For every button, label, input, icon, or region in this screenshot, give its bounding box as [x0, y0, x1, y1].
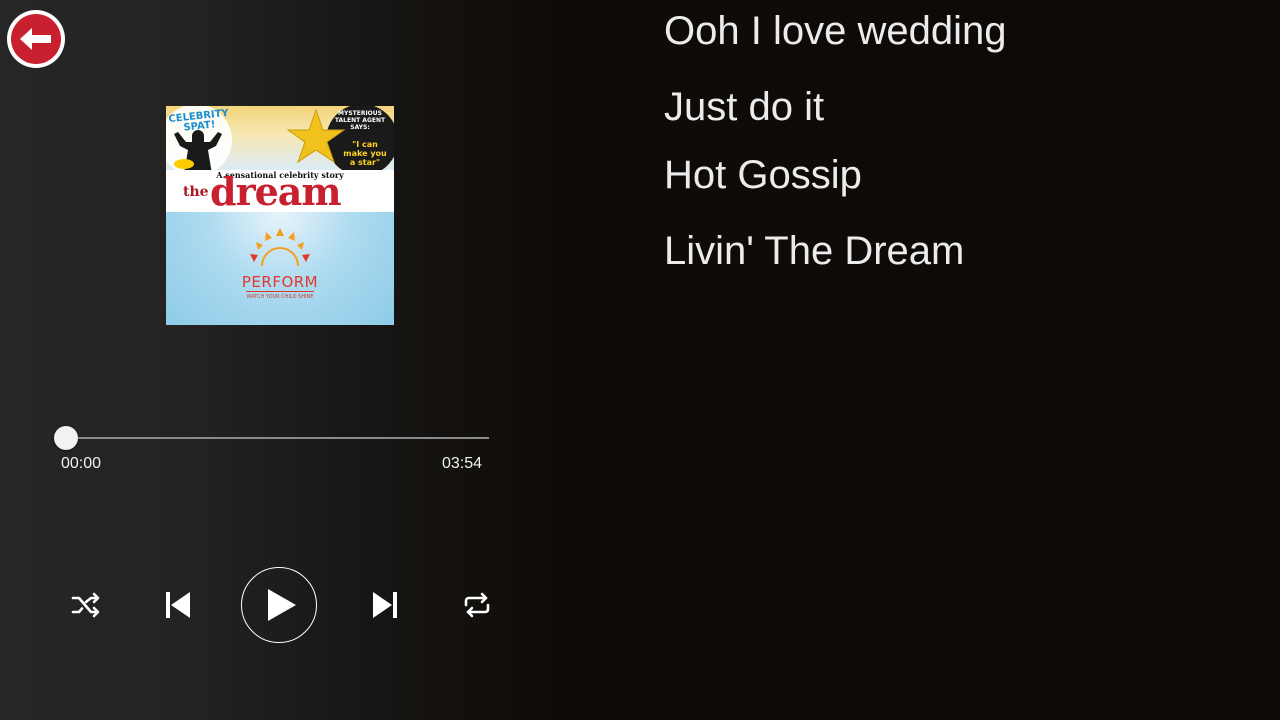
skip-previous-icon: [166, 592, 190, 618]
seek-bar[interactable]: [66, 437, 489, 439]
next-button[interactable]: [369, 588, 401, 622]
shuffle-button[interactable]: [68, 588, 104, 622]
lyric-line[interactable]: Just do it: [664, 85, 824, 130]
previous-button[interactable]: [162, 588, 194, 622]
current-time: 00:00: [61, 455, 102, 472]
lyric-line[interactable]: Ooh I love wedding: [664, 9, 1006, 54]
shuffle-icon: [71, 592, 100, 618]
repeat-button[interactable]: [459, 588, 495, 622]
play-button[interactable]: [241, 567, 317, 643]
sun-logo-icon: [250, 228, 310, 267]
lyric-line[interactable]: Hot Gossip: [664, 153, 862, 198]
skip-next-icon: [373, 592, 397, 618]
play-icon: [268, 589, 296, 621]
repeat-icon: [464, 592, 490, 618]
album-art: CELEBRITY SPAT! MYSTERIOUS TALENT AGENT …: [166, 106, 394, 325]
lyric-line[interactable]: Livin' The Dream: [664, 229, 964, 274]
arrow-left-icon: [11, 14, 61, 64]
back-button[interactable]: [7, 10, 65, 68]
seek-handle[interactable]: [54, 426, 78, 450]
duration-time: 03:54: [442, 455, 483, 472]
